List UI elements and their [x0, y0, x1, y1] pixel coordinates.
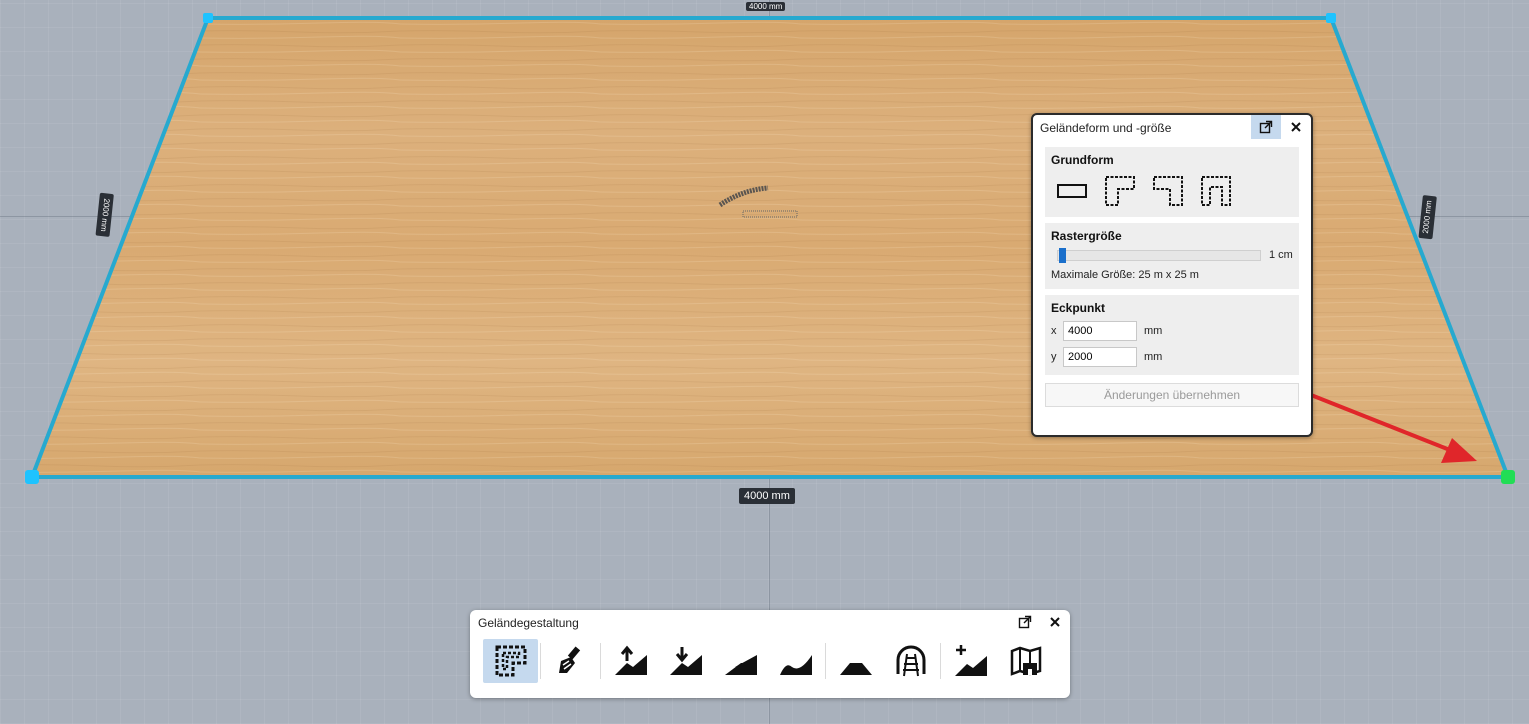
- shape-mirrored-l-button[interactable]: [1151, 175, 1185, 207]
- raster-slider[interactable]: [1057, 247, 1261, 263]
- lower-tool[interactable]: [658, 639, 713, 683]
- y-input[interactable]: [1063, 347, 1137, 367]
- corner-handle[interactable]: [203, 13, 213, 23]
- apply-changes-button[interactable]: Änderungen übernehmen: [1045, 383, 1299, 407]
- toolbar-close-button[interactable]: [1040, 610, 1070, 634]
- popout-icon: [1018, 615, 1032, 629]
- add-terrain-tool[interactable]: [943, 639, 998, 683]
- tunnel-tool[interactable]: [883, 639, 938, 683]
- x-input[interactable]: [1063, 321, 1137, 341]
- add-terrain-icon: [954, 645, 987, 676]
- y-label: y: [1051, 351, 1057, 363]
- close-icon: [1050, 617, 1060, 627]
- toolbar-title: Geländegestaltung: [478, 616, 579, 630]
- grundform-section: Grundform: [1045, 147, 1299, 217]
- dimension-label-top: 4000 mm: [746, 2, 786, 11]
- terrain-shape-panel: Geländeform und -größe Grundform Rasterg…: [1031, 113, 1313, 437]
- smooth-slope-icon: [779, 655, 812, 675]
- eckpunkt-section: Eckpunkt x mm y mm: [1045, 295, 1299, 375]
- panel-header: Geländeform und -größe: [1033, 115, 1311, 141]
- lower-terrain-icon: [669, 647, 702, 675]
- toolbar-header: Geländegestaltung: [470, 610, 1070, 636]
- panel-title: Geländeform und -größe: [1040, 121, 1172, 135]
- raster-value: 1 cm: [1269, 249, 1293, 261]
- raise-terrain-icon: [614, 645, 647, 675]
- rectangle-shape-icon: [1057, 184, 1087, 198]
- map-icon: [1010, 646, 1041, 676]
- toolbar-popout-button[interactable]: [1010, 610, 1040, 634]
- corner-handle[interactable]: [1326, 13, 1336, 23]
- raster-section: Rastergröße 1 cm Maximale Größe: 25 m x …: [1045, 223, 1299, 289]
- shape-l-button[interactable]: [1103, 175, 1137, 207]
- max-size-text: Maximale Größe: 25 m x 25 m: [1051, 269, 1199, 281]
- raster-title: Rastergröße: [1051, 229, 1122, 243]
- shape-rectangle-button[interactable]: [1055, 175, 1089, 207]
- terrain-toolbar-panel: Geländegestaltung: [470, 610, 1070, 698]
- map-tool[interactable]: [998, 639, 1053, 683]
- l-shape-icon: [1105, 176, 1135, 206]
- plateau-tool[interactable]: [828, 639, 883, 683]
- smooth-tool[interactable]: [768, 639, 823, 683]
- x-label: x: [1051, 325, 1057, 337]
- slope-icon: [724, 655, 757, 675]
- terrain-shape-tool[interactable]: [483, 639, 538, 683]
- tunnel-icon: [896, 645, 925, 677]
- eckpunkt-title: Eckpunkt: [1051, 301, 1106, 315]
- popout-button[interactable]: [1251, 115, 1281, 139]
- close-button[interactable]: [1281, 115, 1311, 139]
- grundform-title: Grundform: [1051, 153, 1114, 167]
- close-icon: [1291, 122, 1301, 132]
- paint-tool[interactable]: [543, 639, 598, 683]
- popout-icon: [1259, 120, 1273, 134]
- terrain-shape-icon: [495, 645, 526, 677]
- y-unit: mm: [1144, 351, 1163, 363]
- dimension-label-bottom: 4000 mm: [739, 488, 795, 504]
- mirrored-l-shape-icon: [1153, 176, 1183, 206]
- shape-u-button[interactable]: [1199, 175, 1233, 207]
- raise-tool[interactable]: [603, 639, 658, 683]
- u-shape-icon: [1201, 176, 1231, 206]
- plateau-icon: [839, 663, 872, 675]
- paint-brush-icon: [558, 646, 580, 673]
- slope-tool[interactable]: [713, 639, 768, 683]
- x-unit: mm: [1144, 325, 1163, 337]
- active-corner-handle[interactable]: [1501, 470, 1515, 484]
- corner-handle[interactable]: [25, 470, 39, 484]
- raster-slider-thumb[interactable]: [1059, 247, 1066, 263]
